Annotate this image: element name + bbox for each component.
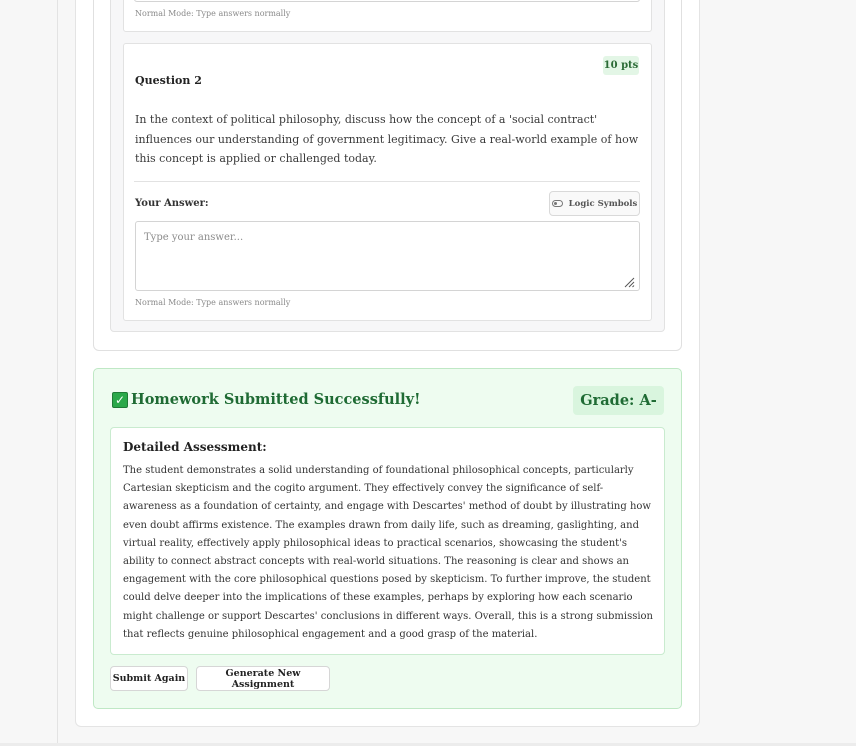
success-title: Homework Submitted Successfully!: [131, 391, 421, 408]
question-1-answer-input[interactable]: [134, 0, 640, 2]
question-1-mode-note: Normal Mode: Type answers normally: [135, 9, 291, 18]
answer-label: Your Answer:: [135, 198, 209, 209]
check-square-icon: ✓: [112, 392, 128, 408]
submit-again-button[interactable]: Submit Again: [110, 666, 188, 691]
logic-symbols-button[interactable]: Logic Symbols: [549, 191, 640, 216]
toggle-icon: [551, 200, 563, 207]
question-text: In the context of political philosophy, …: [135, 113, 639, 165]
grade-badge: Grade: A-: [573, 386, 664, 415]
answer-input[interactable]: [135, 221, 640, 291]
question-title: Question 2: [135, 74, 202, 87]
resize-grip-icon[interactable]: [623, 276, 635, 288]
question-divider: [134, 181, 640, 182]
page-left-rule: [57, 0, 58, 746]
generate-new-assignment-button[interactable]: Generate New Assignment: [196, 666, 330, 691]
question-2-mode-note: Normal Mode: Type answers normally: [135, 298, 291, 307]
assessment-text: The student demonstrates a solid underst…: [123, 465, 653, 640]
assessment-title: Detailed Assessment:: [123, 440, 267, 454]
logic-symbols-label: Logic Symbols: [568, 198, 638, 209]
points-badge: 10 pts: [603, 56, 639, 75]
